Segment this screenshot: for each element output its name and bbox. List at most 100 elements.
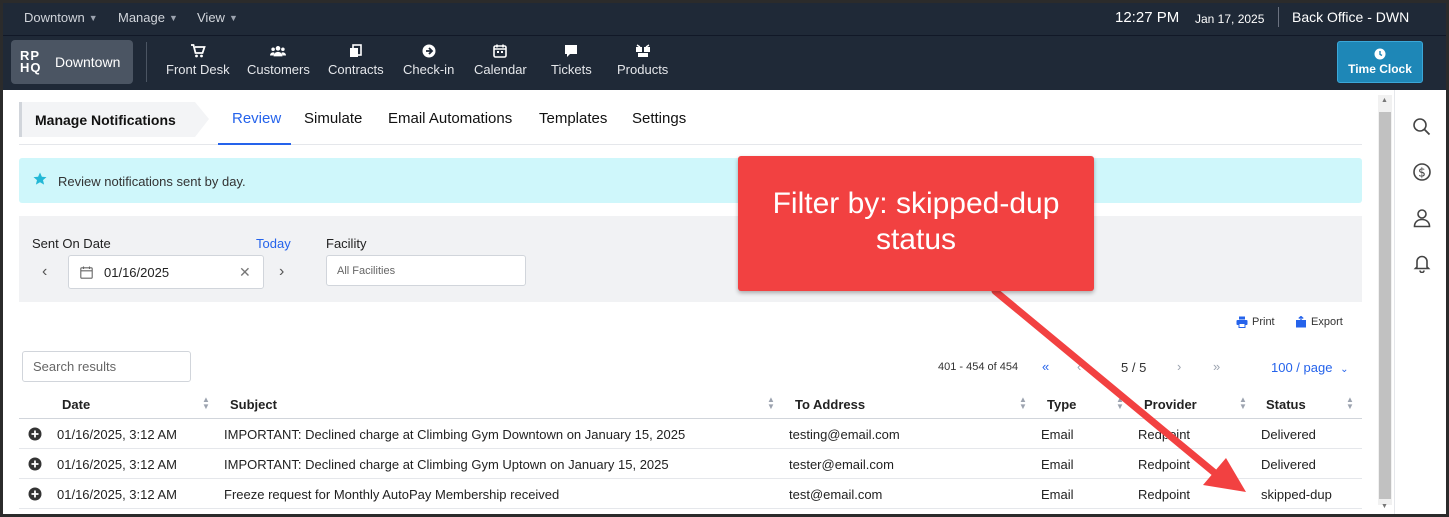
column-header-status[interactable]: Status — [1266, 397, 1306, 412]
nav-label: Products — [617, 62, 669, 77]
cell-subject: IMPORTANT: Declined charge at Climbing G… — [224, 457, 669, 472]
workstation-label[interactable]: Back Office - DWN — [1292, 9, 1409, 25]
sort-icon[interactable]: ▲ ▼ — [767, 396, 775, 411]
topbar-divider — [1278, 7, 1279, 27]
nav-label: Check-in — [403, 62, 455, 77]
tab-templates[interactable]: Templates — [539, 110, 607, 127]
documents-icon — [349, 44, 362, 57]
users-icon — [270, 46, 287, 57]
table-row[interactable]: 01/16/2025, 3:12 AM IMPORTANT: Declined … — [19, 419, 1362, 449]
facility-select[interactable] — [326, 255, 526, 286]
date-picker[interactable]: 01/16/2025 ✕ — [68, 255, 264, 289]
right-sidebar: $ — [1394, 90, 1449, 517]
cell-to-address: test@email.com — [789, 487, 883, 502]
page-size-label: 100 / page — [1271, 360, 1333, 375]
cell-type: Email — [1041, 427, 1074, 442]
prev-page-icon[interactable]: ‹ — [1077, 359, 1081, 374]
column-header-type[interactable]: Type — [1047, 397, 1076, 412]
nav-divider — [146, 42, 147, 82]
column-header-subject[interactable]: Subject — [230, 397, 277, 412]
banner-text: Review notifications sent by day. — [58, 174, 246, 189]
cell-subject: IMPORTANT: Declined charge at Climbing G… — [224, 427, 686, 442]
cell-subject: Freeze request for Monthly AutoPay Membe… — [224, 487, 560, 502]
clear-icon[interactable]: ✕ — [239, 264, 251, 281]
cell-type: Email — [1041, 487, 1074, 502]
dollar-circle-icon[interactable]: $ — [1412, 162, 1432, 182]
tab-simulate[interactable]: Simulate — [304, 110, 362, 127]
search-icon[interactable] — [1412, 117, 1432, 137]
nav-contracts[interactable]: Contracts — [328, 44, 384, 77]
chevron-down-icon: ▼ — [228, 12, 238, 23]
cell-date: 01/16/2025, 3:12 AM — [57, 457, 177, 472]
view-menu[interactable]: View ▼ — [197, 10, 238, 25]
sort-icon[interactable]: ▲ ▼ — [1239, 396, 1247, 411]
clock-date: Jan 17, 2025 — [1195, 12, 1265, 26]
expand-row-icon[interactable] — [28, 457, 42, 471]
last-page-icon[interactable]: » — [1213, 359, 1220, 374]
print-button[interactable]: Print — [1236, 316, 1275, 328]
today-link[interactable]: Today — [256, 236, 291, 251]
column-header-date[interactable]: Date — [62, 397, 90, 412]
sort-icon[interactable]: ▲ ▼ — [1019, 396, 1027, 411]
search-input[interactable] — [22, 351, 191, 382]
scroll-up-icon[interactable]: ▲ — [1381, 97, 1389, 104]
boxes-icon — [635, 44, 650, 57]
location-logo-button[interactable]: RP HQ Downtown — [11, 40, 133, 84]
sent-on-date-label: Sent On Date — [32, 236, 111, 251]
manage-menu[interactable]: Manage ▼ — [118, 10, 178, 25]
nav-label: Customers — [247, 62, 310, 77]
printer-icon — [1236, 316, 1248, 328]
chevron-down-icon: ⌄ — [1340, 364, 1349, 375]
chevron-left-icon[interactable]: ‹ — [42, 263, 47, 281]
nav-check-in[interactable]: Check-in — [403, 44, 454, 77]
time-clock-button[interactable]: Time Clock — [1337, 41, 1423, 83]
nav-tickets[interactable]: Tickets — [551, 44, 592, 77]
clock-icon — [1374, 48, 1386, 60]
expand-row-icon[interactable] — [28, 427, 42, 441]
manage-menu-label: Manage — [118, 10, 165, 25]
calendar-icon — [493, 44, 508, 58]
bell-icon[interactable] — [1412, 253, 1432, 273]
chevron-right-icon[interactable]: › — [279, 263, 284, 281]
chat-icon — [565, 45, 578, 57]
user-icon[interactable] — [1412, 208, 1432, 228]
tab-settings[interactable]: Settings — [632, 110, 686, 127]
nav-calendar[interactable]: Calendar — [474, 44, 527, 77]
location-menu[interactable]: Downtown ▼ — [24, 10, 98, 25]
arrow-circle-icon — [422, 44, 436, 58]
export-label: Export — [1311, 316, 1343, 328]
sort-icon[interactable]: ▲ ▼ — [1116, 396, 1124, 411]
sort-icon[interactable]: ▲ ▼ — [202, 396, 210, 411]
scrollbar-thumb[interactable] — [1379, 112, 1391, 499]
nav-customers[interactable]: Customers — [247, 44, 310, 77]
cell-provider: Redpoint — [1138, 487, 1191, 502]
scroll-down-icon[interactable]: ▼ — [1381, 503, 1389, 510]
cell-date: 01/16/2025, 3:12 AM — [57, 487, 177, 502]
sort-icon[interactable]: ▲ ▼ — [1346, 396, 1354, 411]
nav-products[interactable]: Products — [617, 44, 668, 77]
svg-text:$: $ — [1418, 166, 1426, 180]
cell-provider: Redpoint — [1138, 427, 1191, 442]
column-header-provider[interactable]: Provider — [1144, 397, 1197, 412]
export-button[interactable]: Export — [1295, 316, 1343, 328]
tab-review[interactable]: Review — [232, 110, 281, 127]
tab-email-automations[interactable]: Email Automations — [388, 110, 512, 127]
next-page-icon[interactable]: › — [1177, 359, 1181, 374]
cell-provider: Redpoint — [1138, 457, 1191, 472]
cell-status: skipped-dup — [1261, 487, 1332, 502]
first-page-icon[interactable]: « — [1042, 359, 1049, 374]
page-size-select[interactable]: 100 / page ⌄ — [1271, 360, 1348, 375]
column-header-to-address[interactable]: To Address — [795, 397, 865, 412]
view-menu-label: View — [197, 10, 225, 25]
nav-label: Calendar — [474, 62, 527, 77]
nav-front-desk[interactable]: Front Desk — [166, 44, 230, 77]
cell-status: Delivered — [1261, 427, 1316, 442]
info-banner: Review notifications sent by day. — [19, 158, 1362, 203]
expand-row-icon[interactable] — [28, 487, 42, 501]
location-menu-label: Downtown — [24, 10, 85, 25]
table-row[interactable]: 01/16/2025, 3:12 AM IMPORTANT: Declined … — [19, 449, 1362, 479]
export-icon — [1296, 316, 1306, 328]
main-nav: RP HQ Downtown Front Desk Customers Contr… — [0, 35, 1449, 90]
print-label: Print — [1252, 316, 1275, 328]
table-row[interactable]: 01/16/2025, 3:12 AM Freeze request for M… — [19, 479, 1362, 509]
